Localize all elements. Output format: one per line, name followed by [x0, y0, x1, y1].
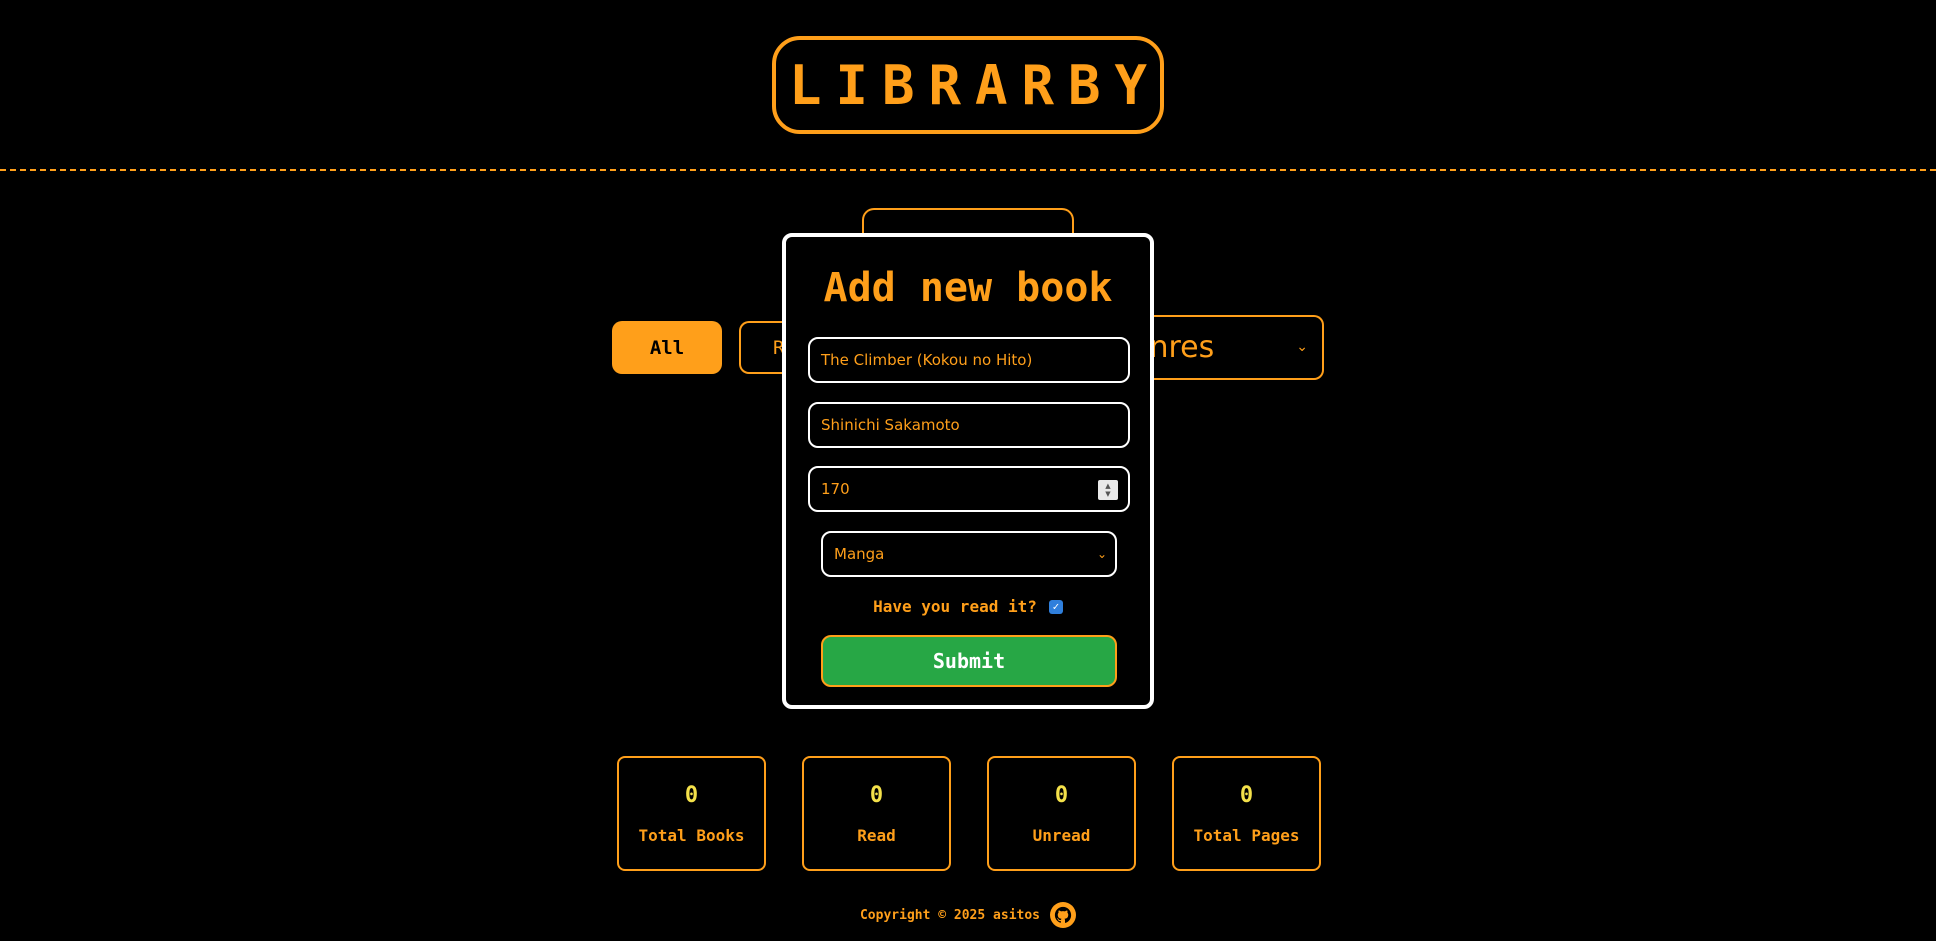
stepper-down-icon[interactable]: ▼ — [1105, 490, 1110, 498]
genre-filter-select[interactable]: enres ⌄ — [1130, 315, 1324, 380]
stat-card-read: 0 Read — [802, 756, 951, 871]
stat-value: 0 — [1239, 782, 1254, 808]
read-status-row: Have you read it? ✓ — [786, 597, 1150, 616]
book-author-value: Shinichi Sakamoto — [821, 416, 960, 434]
stat-label: Total Books — [638, 825, 745, 845]
stepper-up-icon[interactable]: ▲ — [1105, 482, 1110, 490]
stat-value: 0 — [684, 782, 699, 808]
pages-stepper[interactable]: ▲ ▼ — [1098, 480, 1118, 500]
page: LIBRARBY All R enres ⌄ Add new book The … — [0, 0, 1936, 941]
stat-label: Read — [857, 825, 896, 845]
app-logo: LIBRARBY — [772, 36, 1164, 134]
stat-value: 0 — [869, 782, 884, 808]
submit-button[interactable]: Submit — [821, 635, 1117, 687]
book-genre-select[interactable]: Manga ⌄ — [821, 531, 1117, 577]
footer: Copyright © 2025 asitos — [0, 902, 1936, 928]
filter-all-button[interactable]: All — [612, 321, 722, 374]
read-checkbox[interactable]: ✓ — [1048, 599, 1063, 614]
stats-panel: 0 Total Books 0 Read 0 Unread 0 Total Pa… — [617, 756, 1321, 871]
stat-label: Unread — [1032, 825, 1091, 845]
book-author-input[interactable]: Shinichi Sakamoto — [808, 402, 1130, 448]
stat-value: 0 — [1054, 782, 1069, 808]
read-checkbox-label: Have you read it? — [873, 597, 1037, 616]
stat-card-unread: 0 Unread — [987, 756, 1136, 871]
book-pages-input[interactable]: 170 ▲ ▼ — [808, 466, 1130, 512]
chevron-down-icon: ⌄ — [1096, 547, 1107, 561]
copyright-text: Copyright © 2025 asitos — [859, 907, 1040, 923]
book-title-value: The Climber (Kokou no Hito) — [821, 351, 1033, 369]
stat-card-total-books: 0 Total Books — [617, 756, 766, 871]
chevron-down-icon: ⌄ — [1296, 339, 1308, 355]
modal-title: Add new book — [823, 265, 1113, 311]
book-title-input[interactable]: The Climber (Kokou no Hito) — [808, 337, 1130, 383]
stat-label: Total Pages — [1193, 825, 1300, 845]
book-genre-value: Manga — [834, 545, 885, 563]
stat-card-total-pages: 0 Total Pages — [1172, 756, 1321, 871]
add-book-modal: Add new book The Climber (Kokou no Hito)… — [782, 233, 1154, 709]
book-pages-value: 170 — [821, 480, 850, 498]
github-icon[interactable] — [1050, 902, 1076, 928]
header-divider — [0, 169, 1936, 171]
